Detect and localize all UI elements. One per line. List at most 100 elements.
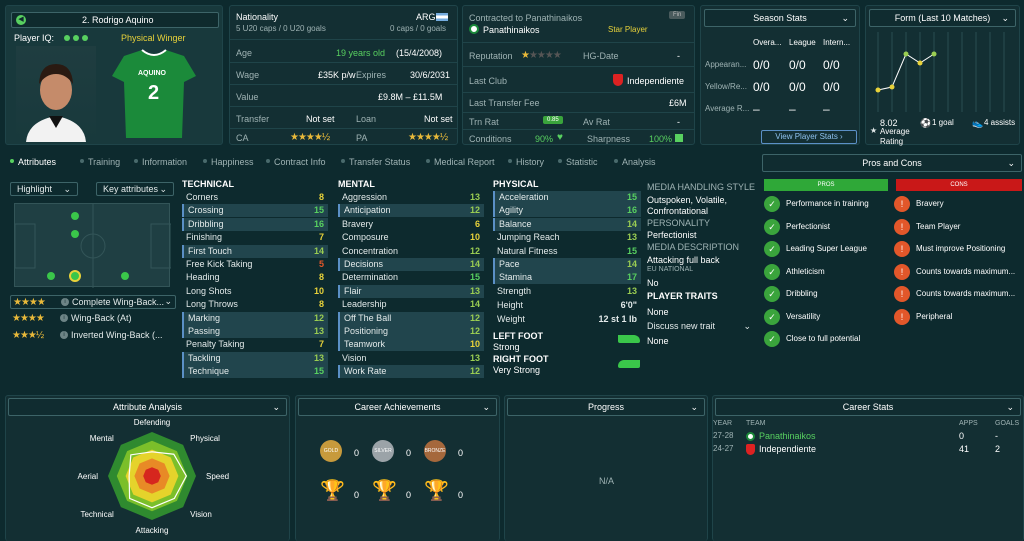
attribute-row[interactable]: Penalty Taking 7: [182, 338, 328, 351]
attribute-row[interactable]: Long Shots 10: [182, 285, 328, 298]
senior-caps: 0 caps / 0 goals: [390, 24, 447, 33]
role-row[interactable]: ★★★★ i Wing-Back (At): [10, 312, 176, 326]
star-icon: ✓: [764, 241, 780, 257]
tab-contract-info[interactable]: Contract Info: [274, 157, 326, 167]
attribute-row[interactable]: Passing 13: [182, 325, 328, 338]
attribute-row[interactable]: Dribbling 16: [182, 217, 328, 231]
radar-label-attacking: Attacking: [136, 526, 169, 535]
attribute-row[interactable]: First Touch 14: [182, 244, 328, 258]
season-stats-header[interactable]: Season Stats ⌄: [704, 9, 856, 27]
loan-value[interactable]: Not set: [424, 114, 453, 124]
attribute-row[interactable]: Work Rate 12: [338, 365, 484, 379]
season-col-2: Intern...: [823, 38, 851, 47]
attribute-row[interactable]: Aggression 13: [338, 191, 484, 204]
attribute-row[interactable]: Free Kick Taking 5: [182, 258, 328, 271]
discuss-trait-dropdown[interactable]: Discuss new trait ⌄: [647, 321, 753, 333]
career-achievements-header[interactable]: Career Achievements ⌄: [298, 398, 497, 416]
attribute-row[interactable]: Decisions 14: [338, 258, 484, 271]
attribute-analysis-panel: Attribute Analysis ⌄ Defending Physical Spe…: [5, 395, 290, 541]
attribute-row[interactable]: Off The Ball 12: [338, 311, 484, 325]
attribute-row[interactable]: Long Throws 8: [182, 298, 328, 311]
form-avg-label: Average Rating: [880, 127, 910, 146]
attribute-row[interactable]: Concentration 12: [338, 245, 484, 258]
info-icon[interactable]: i: [60, 331, 68, 339]
tab-analysis[interactable]: Analysis: [622, 157, 656, 167]
club-name[interactable]: Panathinaikos: [483, 25, 540, 35]
attribute-row[interactable]: Anticipation 12: [338, 204, 484, 218]
chevron-down-icon: ⌄: [482, 402, 490, 412]
form-point[interactable]: [889, 84, 895, 90]
attribute-row[interactable]: Vision 13: [338, 352, 484, 365]
attribute-name: Stamina: [499, 272, 533, 283]
last-club-value[interactable]: Independiente: [627, 76, 684, 86]
form-point[interactable]: [931, 51, 937, 57]
info-icon[interactable]: i: [60, 314, 68, 322]
info-icon[interactable]: i: [61, 298, 69, 306]
attribute-row[interactable]: Acceleration 15: [493, 191, 641, 204]
attribute-row[interactable]: Positioning 12: [338, 325, 484, 338]
transfer-value[interactable]: Not set: [306, 114, 335, 124]
back-icon[interactable]: ◀: [16, 15, 26, 25]
key-attributes-dropdown[interactable]: Key attributes ⌄: [96, 182, 174, 196]
star-icon: ★: [870, 126, 878, 135]
attribute-row[interactable]: Technique 15: [182, 365, 328, 379]
tab-history[interactable]: History: [516, 157, 544, 167]
tab-transfer-status[interactable]: Transfer Status: [349, 157, 410, 167]
attribute-row[interactable]: Tackling 13: [182, 351, 328, 365]
attribute-row[interactable]: Agility 16: [493, 204, 641, 218]
dribbling-icon: ✓: [764, 286, 780, 302]
career-stats-header[interactable]: Career Stats ⌄: [715, 398, 1021, 416]
attribute-name: Natural Fitness: [497, 245, 558, 256]
attribute-row[interactable]: Stamina 17: [493, 271, 641, 285]
career-stats-panel: Career Stats ⌄ YEAR TEAM APPS GOALS 27-28…: [712, 395, 1024, 541]
attribute-name: Passing: [188, 326, 221, 336]
attribute-row[interactable]: Natural Fitness 15: [493, 245, 641, 258]
attribute-row[interactable]: Teamwork 10: [338, 338, 484, 352]
attribute-value: 8: [318, 299, 324, 310]
view-player-stats-button[interactable]: View Player Stats ›: [761, 130, 857, 144]
attribute-name: Balance: [499, 218, 532, 229]
attribute-row[interactable]: Pace 14: [493, 258, 641, 271]
form-point[interactable]: [917, 60, 923, 66]
tab-attributes[interactable]: Attributes: [18, 157, 56, 167]
attribute-row[interactable]: Bravery 6: [338, 218, 484, 231]
attribute-row[interactable]: Finishing 7: [182, 231, 328, 244]
tab-happiness[interactable]: Happiness: [211, 157, 254, 167]
attribute-row[interactable]: Crossing 15: [182, 204, 328, 218]
role-row[interactable]: ★★★½ i Inverted Wing-Back (...: [10, 329, 176, 343]
season-row-value: 0/0: [823, 80, 840, 94]
fin-button[interactable]: Fin: [669, 11, 686, 19]
tab-information[interactable]: Information: [142, 157, 187, 167]
highlight-dropdown[interactable]: Highlight ⌄: [10, 182, 78, 196]
career-row-1[interactable]: 24-27 Independiente 41 2: [713, 444, 1023, 456]
progress-header[interactable]: Progress ⌄: [507, 398, 705, 416]
attribute-row[interactable]: Marking 12: [182, 311, 328, 325]
tab-statistic[interactable]: Statistic: [566, 157, 598, 167]
role-row[interactable]: ★★★★ i Complete Wing-Back... ⌄: [10, 295, 176, 309]
form-header[interactable]: Form (Last 10 Matches) ⌄: [869, 9, 1016, 27]
form-point[interactable]: [875, 87, 881, 93]
attribute-value: 8: [318, 192, 324, 202]
tab-medical-report[interactable]: Medical Report: [434, 157, 495, 167]
attribute-row[interactable]: Flair 13: [338, 284, 484, 298]
pros-cons-header[interactable]: Pros and Cons ⌄: [762, 154, 1022, 172]
tab-training[interactable]: Training: [88, 157, 120, 167]
attribute-row[interactable]: Strength 13: [493, 285, 641, 298]
attribute-row[interactable]: Balance 14: [493, 217, 641, 231]
attribute-row[interactable]: Jumping Reach 13: [493, 231, 641, 244]
sharpness-value: 100%: [649, 134, 673, 144]
form-point[interactable]: [903, 51, 909, 57]
attribute-row[interactable]: Composure 10: [338, 231, 484, 244]
attribute-row[interactable]: Leadership 14: [338, 298, 484, 311]
heart-icon: ♥: [557, 132, 563, 143]
attribute-name: Long Throws: [186, 299, 238, 310]
attribute-row[interactable]: Determination 15: [338, 271, 484, 284]
left-foot-label: LEFT FOOT: [493, 331, 543, 341]
attribute-row[interactable]: Heading 8: [182, 271, 328, 284]
attribute-analysis-header[interactable]: Attribute Analysis ⌄: [8, 398, 287, 416]
form-chart: [875, 32, 1005, 112]
attribute-row[interactable]: Corners 8: [182, 191, 328, 204]
technical-title: TECHNICAL: [182, 179, 234, 189]
career-row-0[interactable]: 27-28 Panathinaikos 0 -: [713, 431, 1023, 443]
name-bar[interactable]: ◀ 2. Rodrigo Aquino: [11, 12, 219, 28]
